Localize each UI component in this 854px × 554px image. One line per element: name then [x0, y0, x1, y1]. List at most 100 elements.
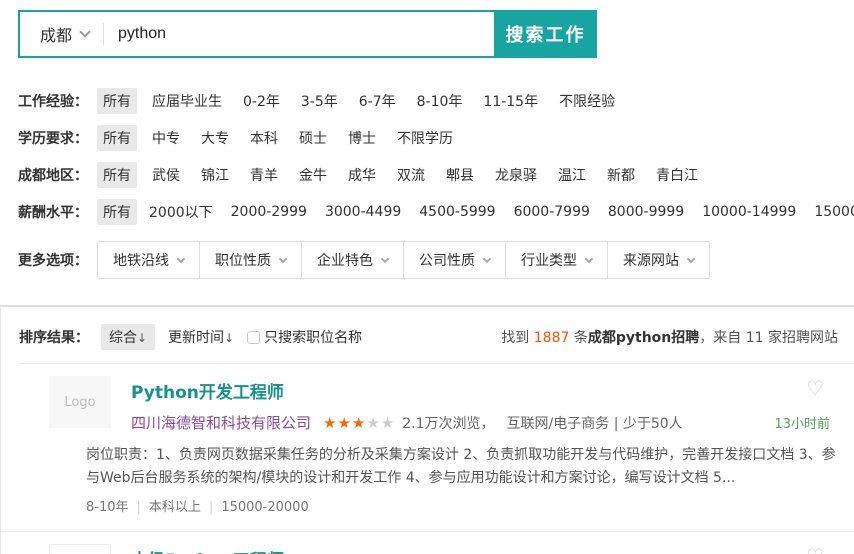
city-selector[interactable]: 成都 [20, 22, 103, 46]
sort-comprehensive-button[interactable]: 综合↓ [101, 324, 155, 350]
salary-range: 15000-20000 [221, 500, 308, 515]
filter-option[interactable]: 6000-7999 [508, 201, 596, 223]
filter-option[interactable]: 6-7年 [353, 88, 402, 114]
filter-option[interactable]: 8000-9999 [602, 201, 690, 223]
job-requirements: 8-10年|本科以上|15000-20000 [86, 496, 838, 531]
favorite-heart-icon[interactable]: ♡ [806, 378, 838, 398]
job-title-link[interactable]: 中级Python工程师 [131, 546, 284, 554]
chevron-down-icon [177, 254, 185, 262]
filter-option[interactable]: 博士 [342, 125, 382, 151]
filter-option[interactable]: 本科 [244, 125, 284, 151]
checkbox-text: 只搜索职位名称 [264, 327, 362, 347]
chevron-down-icon [381, 254, 389, 262]
filter-option[interactable]: 2000-2999 [225, 201, 313, 223]
experience-requirement: 8-10年 [86, 500, 129, 515]
filter-option[interactable]: 8-10年 [411, 88, 469, 114]
dropdown-label: 公司性质 [419, 250, 475, 270]
title-only-checkbox-label[interactable]: 只搜索职位名称 [247, 327, 362, 347]
filter-label: 更多选项： [18, 250, 88, 270]
filter-option[interactable]: 双流 [391, 162, 431, 188]
dropdown-label: 职位性质 [215, 250, 271, 270]
divider: | [137, 500, 141, 515]
filter-option[interactable]: 青羊 [244, 162, 284, 188]
filter-section: 工作经验： 所有 应届毕业生 0-2年 3-5年 6-7年 8-10年 11-1… [18, 88, 854, 279]
dropdown-source-site[interactable]: 来源网站 [607, 241, 710, 279]
sort-label: 排序结果： [19, 327, 89, 347]
result-keyword: 成都python招聘 [588, 330, 699, 346]
city-label: 成都 [40, 22, 72, 46]
company-link[interactable]: 四川海德智和科技有限公司 [131, 412, 311, 433]
site-count: 11 [746, 330, 764, 346]
chevron-down-icon [483, 254, 491, 262]
filter-option[interactable]: 金牛 [293, 162, 333, 188]
sort-option-label: 更新时间 [168, 330, 224, 346]
dropdown-group: 地铁沿线 职位性质 企业特色 公司性质 行业类型 来源网站 [97, 241, 710, 279]
title-only-checkbox[interactable] [247, 331, 260, 344]
post-time: 13小时前 [774, 413, 838, 432]
filter-option[interactable]: 所有 [97, 88, 137, 114]
dropdown-label: 企业特色 [317, 250, 373, 270]
company-logo: Logo [49, 376, 111, 428]
dropdown-metro[interactable]: 地铁沿线 [97, 241, 200, 279]
filter-option[interactable]: 所有 [97, 199, 137, 225]
filter-row-more-options: 更多选项： 地铁沿线 职位性质 企业特色 公司性质 行业类型 [18, 241, 854, 279]
arrow-down-icon: ↓ [224, 331, 234, 345]
job-title-link[interactable]: Python开发工程师 [131, 378, 284, 403]
filter-option[interactable]: 0-2年 [237, 88, 286, 114]
filter-row-salary: 薪酬水平： 所有 2000以下 2000-2999 3000-4499 4500… [18, 199, 854, 225]
chevron-down-icon [687, 254, 695, 262]
search-input[interactable] [104, 12, 494, 56]
sort-option-label: 综合 [109, 330, 137, 346]
filter-option[interactable]: 4500-5999 [413, 201, 501, 223]
rating-stars: ★★★★★ [323, 414, 395, 432]
dropdown-industry[interactable]: 行业类型 [505, 241, 608, 279]
filter-option[interactable]: 锦江 [195, 162, 235, 188]
filter-option[interactable]: 15000-19999 [808, 201, 854, 223]
filter-option[interactable]: 所有 [97, 162, 137, 188]
search-button[interactable]: 搜索工作 [494, 10, 597, 58]
filter-option[interactable]: 温江 [552, 162, 592, 188]
filter-option[interactable]: 不限学历 [391, 125, 459, 151]
filter-option[interactable]: 2000以下 [143, 199, 219, 225]
filter-option[interactable]: 11-15年 [477, 88, 544, 114]
dropdown-company-type[interactable]: 公司性质 [403, 241, 506, 279]
sort-update-time-button[interactable]: 更新时间↓ [168, 327, 234, 347]
search-section: 成都 搜索工作 [0, 0, 854, 58]
favorite-heart-icon[interactable]: ♡ [806, 546, 838, 554]
filter-option[interactable]: 新都 [601, 162, 641, 188]
filter-option[interactable]: 应届毕业生 [146, 88, 228, 114]
filter-option[interactable]: 成华 [342, 162, 382, 188]
chevron-down-icon [279, 254, 287, 262]
filter-option[interactable]: 不限经验 [553, 88, 621, 114]
dropdown-label: 来源网站 [623, 250, 679, 270]
filter-option[interactable]: 龙泉驿 [489, 162, 543, 188]
filter-option[interactable]: 3000-4499 [319, 201, 407, 223]
dropdown-company-feature[interactable]: 企业特色 [301, 241, 404, 279]
filter-option[interactable]: 10000-14999 [696, 201, 802, 223]
filter-option[interactable]: 3-5年 [295, 88, 344, 114]
sort-bar: 排序结果： 综合↓ 更新时间↓ 只搜索职位名称 找到 1887 条成都pytho… [1, 307, 854, 363]
filter-option[interactable]: 青白江 [650, 162, 704, 188]
filter-option[interactable]: 硕士 [293, 125, 333, 151]
dropdown-job-type[interactable]: 职位性质 [199, 241, 302, 279]
filter-row-district: 成都地区： 所有 武侯 锦江 青羊 金牛 成华 双流 郫县 龙泉驿 温江 新都 … [18, 162, 854, 188]
filter-option[interactable]: 所有 [97, 125, 137, 151]
result-count: 1887 [534, 330, 570, 346]
company-logo: BBD [49, 544, 111, 554]
job-description: 岗位职责：1、负责网页数据采集任务的分析及采集方案设计 2、负责抓取功能开发与代… [86, 444, 838, 489]
chevron-down-icon [585, 254, 593, 262]
results-section: 排序结果： 综合↓ 更新时间↓ 只搜索职位名称 找到 1887 条成都pytho… [0, 305, 854, 554]
filter-row-education: 学历要求： 所有 中专 大专 本科 硕士 博士 不限学历 [18, 125, 854, 151]
filter-option[interactable]: 大专 [195, 125, 235, 151]
filter-option[interactable]: 中专 [146, 125, 186, 151]
filter-label: 薪酬水平： [18, 202, 88, 222]
search-box: 成都 搜索工作 [18, 10, 597, 58]
result-count-text: 找到 1887 条成都python招聘，来自 11 家招聘网站 [501, 327, 838, 347]
filter-label: 学历要求： [18, 128, 88, 148]
filter-option[interactable]: 武侯 [146, 162, 186, 188]
filter-row-experience: 工作经验： 所有 应届毕业生 0-2年 3-5年 6-7年 8-10年 11-1… [18, 88, 854, 114]
job-card[interactable]: Logo Python开发工程师 ♡ 四川海德智和科技有限公司 ★★★★★ 2.… [1, 364, 854, 531]
filter-option[interactable]: 郫县 [440, 162, 480, 188]
job-card[interactable]: BBD 中级Python工程师 ♡ 成都数联铭品科技有限公司 ★★★★★ 1.8… [1, 531, 854, 554]
dropdown-label: 地铁沿线 [113, 250, 169, 270]
